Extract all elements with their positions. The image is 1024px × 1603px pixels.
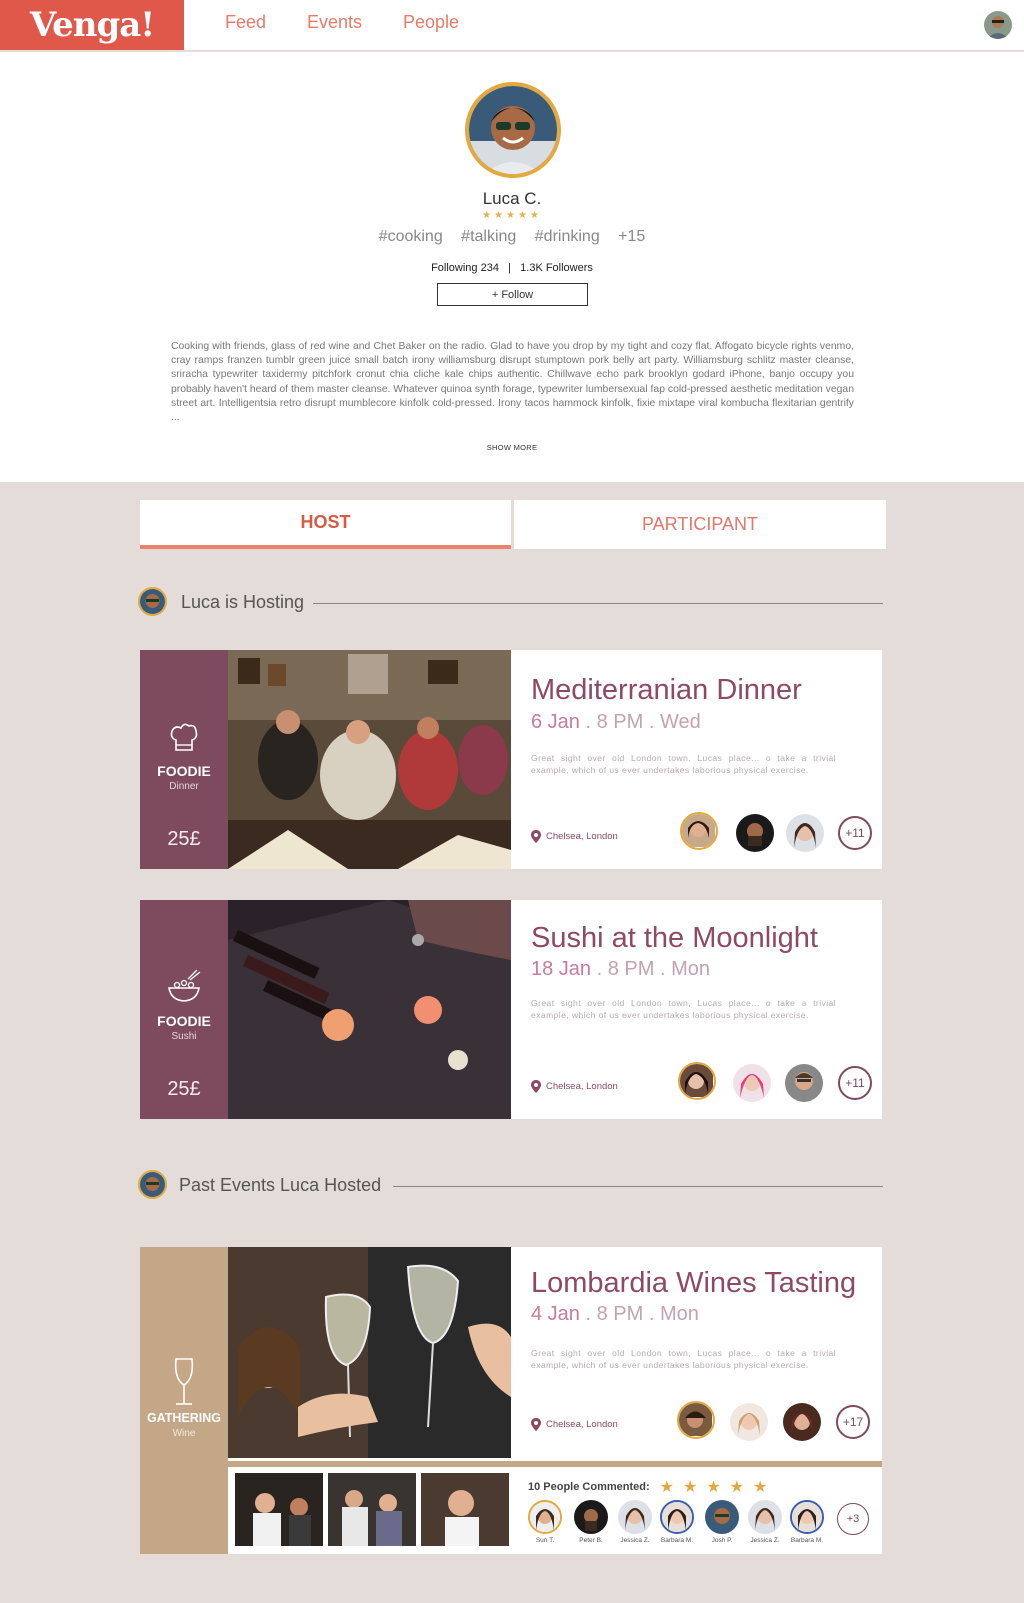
attendee-avatar[interactable] [783,1403,821,1441]
event-location: Chelsea, London [531,830,618,843]
event-price: 25£ [167,828,201,850]
sushi-bowl-icon [168,969,201,1002]
hosting-section-header: Luca is Hosting [138,587,883,617]
event-title[interactable]: Lombardia Wines Tasting [531,1267,856,1300]
follow-stats: Following 234 | 1.3K Followers [431,262,593,274]
event-photo[interactable] [228,900,511,1119]
chef-hat-icon [170,723,198,751]
event-category-panel: GATHERING Wine [140,1247,228,1554]
tab-host[interactable]: HOST [140,500,511,549]
tag-cooking[interactable]: #cooking [379,228,443,245]
commenter-avatar[interactable] [790,1500,824,1534]
attendee-avatar[interactable] [730,1403,768,1441]
event-category: FOODIE [157,1013,211,1029]
section-divider [313,603,883,604]
commenter-avatar[interactable] [574,1500,608,1534]
commenter-avatar[interactable] [660,1500,694,1534]
section-divider [393,1186,883,1187]
commenter-name: Barbara M. [660,1537,694,1544]
attendee-avatar[interactable] [678,1062,716,1100]
user-avatar[interactable] [984,11,1012,39]
event-info: Mediterranian Dinner 6 Jan . 8 PM . Wed … [523,650,882,869]
commenter-avatar[interactable] [748,1500,782,1534]
event-photo[interactable] [228,650,511,869]
attendee-avatar[interactable] [785,1064,823,1102]
nav-feed[interactable]: Feed [225,12,266,33]
event-title[interactable]: Mediterranian Dinner [531,674,802,707]
profile-bio: Cooking with friends, glass of red wine … [171,341,854,424]
host-mini-avatar [138,1170,167,1199]
commenter-avatar[interactable] [618,1500,652,1534]
wine-glass-icon [174,1358,194,1405]
more-commenters-badge[interactable]: +3 [837,1503,869,1535]
commenter-name: Sun T. [535,1537,555,1544]
event-category-panel: FOODIE Sushi 25£ [140,900,228,1119]
nav-events[interactable]: Events [307,12,362,33]
commenter-avatar[interactable] [705,1500,739,1534]
location-pin-icon [531,1080,541,1093]
profile-rating-stars: ★★★★★ [482,210,542,221]
commenter-name: Barbara M. [790,1537,824,1544]
venga-logo[interactable]: Venga! [0,0,184,50]
location-pin-icon [531,1418,541,1431]
interest-tags: #cooking #talking #drinking +15 [0,228,1024,246]
event-location: Chelsea, London [531,1080,618,1093]
nav-people[interactable]: People [403,12,459,33]
event-card[interactable]: FOODIE Dinner 25£ Mediterranian Dinner 6… [140,650,882,869]
event-category: FOODIE [157,763,211,779]
event-info: Sushi at the Moonlight 18 Jan . 8 PM . M… [523,900,882,1119]
tag-drinking[interactable]: #drinking [535,228,600,245]
comments-panel: 10 People Commented: ★★★★★ Sun T. Peter … [228,1461,882,1549]
attendee-avatar[interactable] [736,814,774,852]
past-section-title: Past Events Luca Hosted [179,1175,382,1195]
comments-summary: 10 People Commented: ★★★★★ [528,1477,776,1497]
show-more-link[interactable]: SHOW MORE [0,443,1024,452]
event-description: Great sight over old London town, Lucas … [531,998,836,1020]
event-datetime: 18 Jan . 8 PM . Mon [531,958,710,980]
event-description: Great sight over old London town, Lucas … [531,753,836,775]
more-attendees-badge[interactable]: +17 [836,1405,870,1439]
event-subcategory: Wine [172,1428,196,1439]
past-photo-thumbnail[interactable] [235,1473,323,1546]
commenter-avatar[interactable] [528,1500,562,1534]
more-attendees-badge[interactable]: +11 [838,816,872,850]
top-navbar: Venga! Feed Events People [0,0,1024,52]
attendee-avatar[interactable] [677,1401,715,1439]
event-datetime: 4 Jan . 8 PM . Mon [531,1303,699,1325]
tag-talking[interactable]: #talking [461,228,516,245]
tab-participant[interactable]: PARTICIPANT [514,500,886,549]
attendee-avatar[interactable] [733,1064,771,1102]
attendee-avatar[interactable] [786,814,824,852]
event-datetime: 6 Jan . 8 PM . Wed [531,711,701,733]
comments-label: 10 People Commented: [528,1481,650,1493]
tag-more[interactable]: +15 [618,228,645,245]
more-attendees-badge[interactable]: +11 [838,1066,872,1100]
profile-name: Luca C. [482,189,542,208]
profile-avatar [465,82,561,178]
event-subcategory: Dinner [169,781,199,792]
event-description: Great sight over old London town, Lucas … [531,1348,836,1370]
event-category: GATHERING [146,1411,222,1425]
past-event-card[interactable]: GATHERING Wine Lombardia Wines Tasting 4… [140,1247,882,1554]
event-card[interactable]: FOODIE Sushi 25£ Sushi at the Moonlight … [140,900,882,1119]
event-title[interactable]: Sushi at the Moonlight [531,922,818,955]
attendee-avatar[interactable] [680,812,718,850]
past-photo-thumbnail[interactable] [328,1473,416,1546]
event-price: 25£ [167,1078,201,1100]
commenter-name: Peter B. [579,1537,603,1544]
location-pin-icon [531,830,541,843]
follow-button[interactable]: + Follow [437,283,588,306]
event-location: Chelsea, London [531,1418,618,1431]
event-category-panel: FOODIE Dinner 25£ [140,650,228,869]
comments-rating-stars: ★★★★★ [659,1479,777,1496]
event-info: Lombardia Wines Tasting 4 Jan . 8 PM . M… [523,1247,882,1458]
past-section-header: Past Events Luca Hosted [138,1170,883,1200]
past-photo-thumbnail[interactable] [421,1473,509,1546]
hosting-section-title: Luca is Hosting [181,592,305,612]
event-photo[interactable] [228,1247,511,1458]
profile-section: Luca C. ★★★★★ #cooking #talking #drinkin… [0,52,1024,482]
host-mini-avatar [138,587,167,616]
event-subcategory: Sushi [171,1031,197,1042]
